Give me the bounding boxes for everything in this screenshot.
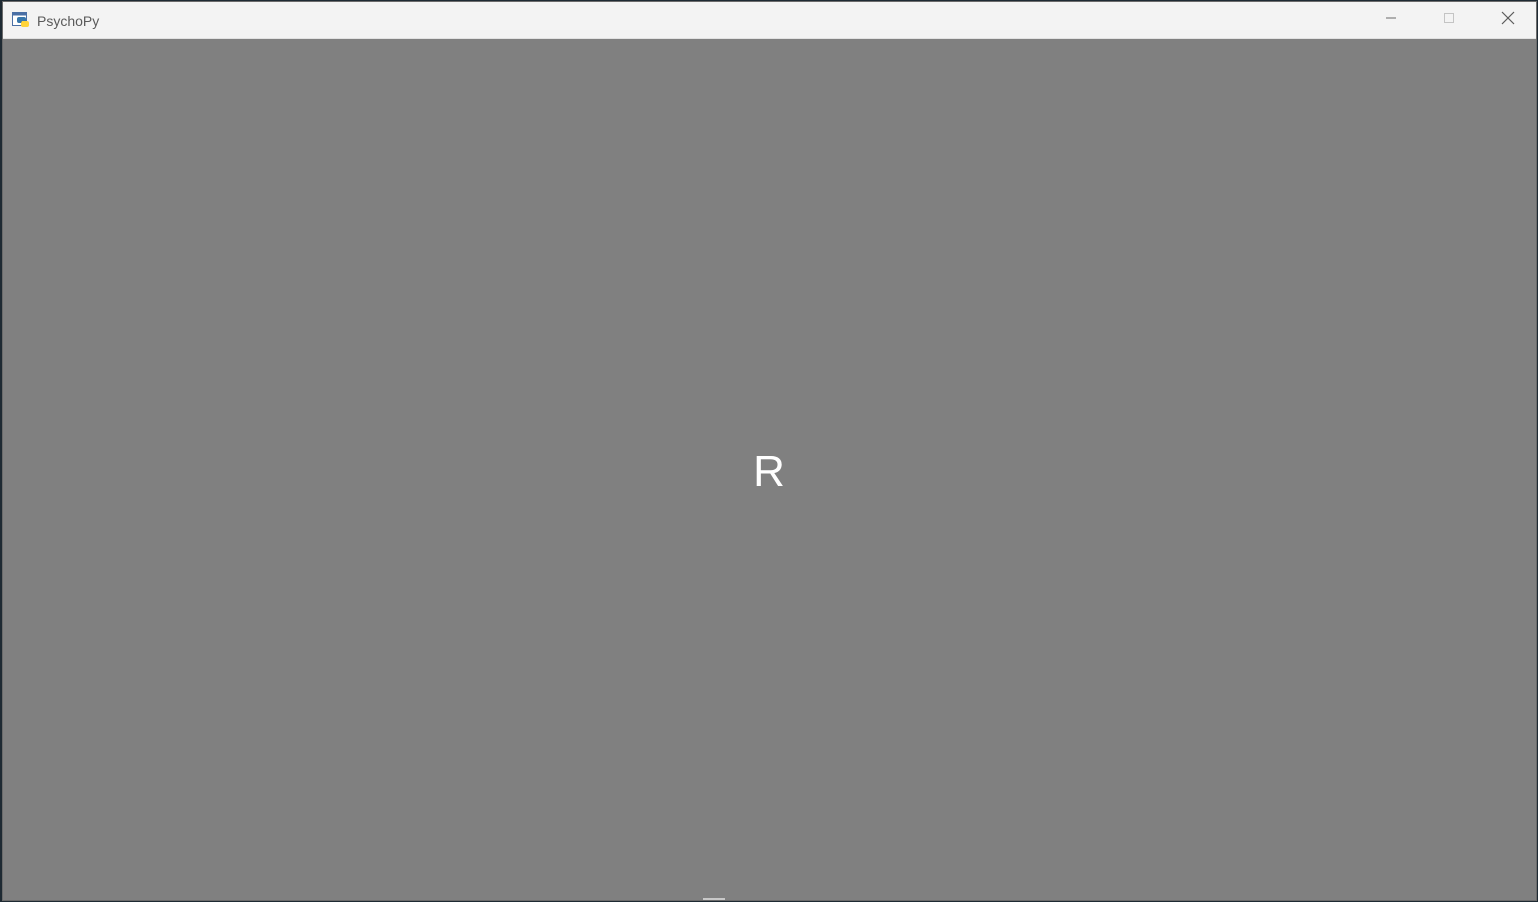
maximize-button[interactable] xyxy=(1420,2,1478,38)
window-title: PsychoPy xyxy=(37,13,100,29)
psychopy-window: PsychoPy R xyxy=(2,1,1537,901)
python-app-icon xyxy=(12,12,30,28)
minimize-icon xyxy=(1385,11,1397,29)
stimulus-letter: R xyxy=(753,447,785,496)
minimize-button[interactable] xyxy=(1362,2,1420,38)
resize-handle[interactable] xyxy=(703,898,725,900)
close-button[interactable] xyxy=(1479,2,1536,38)
maximize-icon xyxy=(1443,11,1455,29)
experiment-canvas[interactable]: R xyxy=(3,39,1536,900)
close-icon xyxy=(1501,11,1515,30)
title-bar[interactable]: PsychoPy xyxy=(3,2,1536,39)
